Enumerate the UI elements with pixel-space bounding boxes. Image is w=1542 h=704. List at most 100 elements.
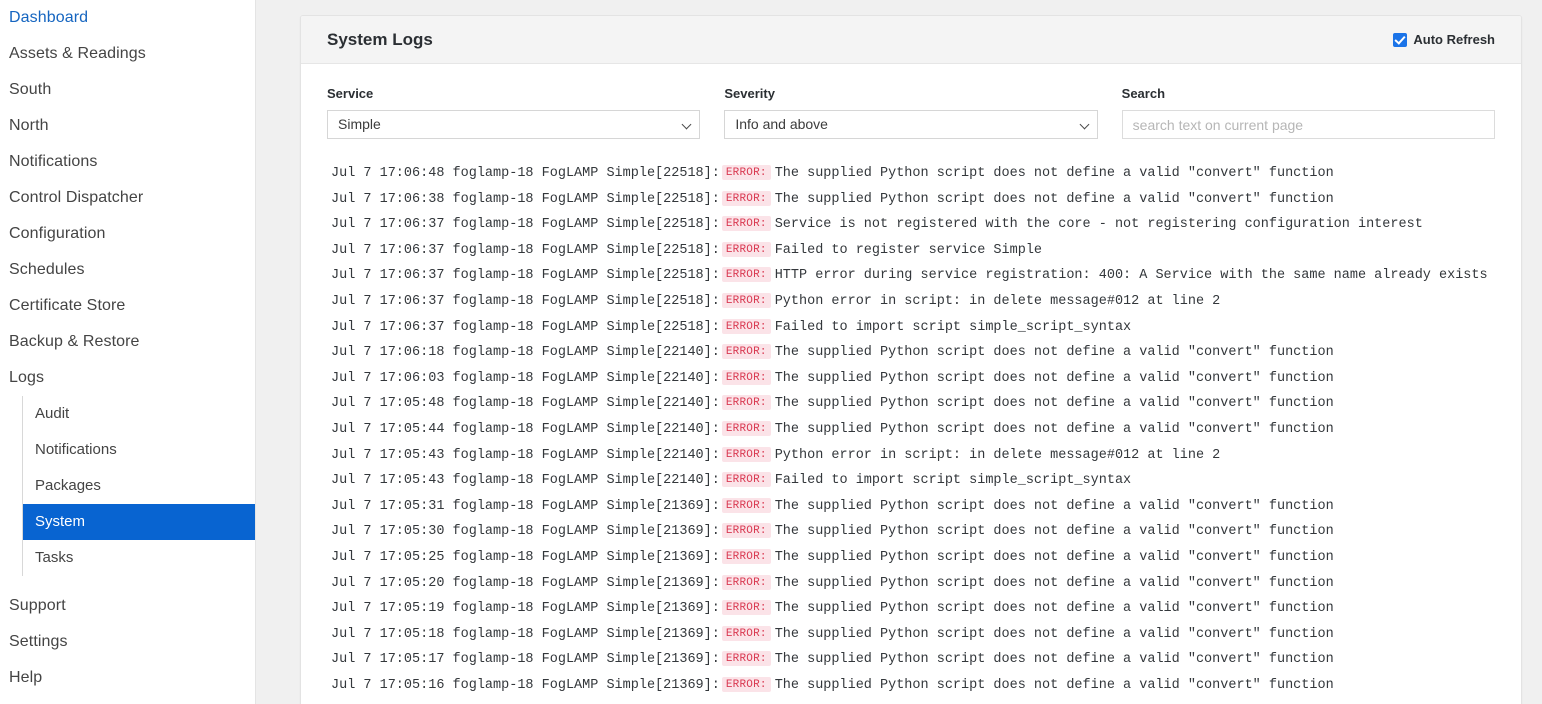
sidebar-item-help[interactable]: Help — [0, 660, 255, 696]
log-message: The supplied Python script does not defi… — [775, 576, 1334, 591]
log-timestamp-source: Jul 7 17:05:20 foglamp-18 FogLAMP Simple… — [331, 576, 720, 591]
system-logs-card: System Logs Auto Refresh Service Simple — [300, 15, 1522, 704]
log-timestamp-source: Jul 7 17:06:38 foglamp-18 FogLAMP Simple… — [331, 192, 720, 207]
log-level-badge: ERROR: — [722, 421, 771, 436]
sidebar-item-support[interactable]: Support — [0, 588, 255, 624]
sidebar-item-certificate-store[interactable]: Certificate Store — [0, 288, 255, 324]
log-level-badge: ERROR: — [722, 677, 771, 692]
auto-refresh-toggle[interactable]: Auto Refresh — [1393, 32, 1495, 47]
log-level-badge: ERROR: — [722, 447, 771, 462]
sidebar-subitem-audit[interactable]: Audit — [23, 396, 255, 432]
log-level-badge: ERROR: — [722, 651, 771, 666]
sidebar-subitem-packages[interactable]: Packages — [23, 468, 255, 504]
log-timestamp-source: Jul 7 17:06:18 foglamp-18 FogLAMP Simple… — [331, 345, 720, 360]
service-filter: Service Simple — [327, 86, 700, 139]
log-level-badge: ERROR: — [722, 165, 771, 180]
auto-refresh-checkbox[interactable] — [1393, 33, 1407, 47]
auto-refresh-label: Auto Refresh — [1413, 32, 1495, 47]
sidebar-item-north[interactable]: North — [0, 108, 255, 144]
log-row: Jul 7 17:05:17 foglamp-18 FogLAMP Simple… — [331, 647, 1495, 673]
log-row: Jul 7 17:06:37 foglamp-18 FogLAMP Simple… — [331, 315, 1495, 341]
log-message: Failed to import script simple_script_sy… — [775, 320, 1131, 335]
log-message: Failed to register service Simple — [775, 243, 1042, 258]
log-level-badge: ERROR: — [722, 498, 771, 513]
sidebar-subitem-system[interactable]: System — [23, 504, 255, 540]
service-select[interactable]: Simple — [327, 110, 700, 139]
sidebar-item-configuration[interactable]: Configuration — [0, 216, 255, 252]
sidebar-subitem-tasks[interactable]: Tasks — [23, 540, 255, 576]
log-row: Jul 7 17:06:37 foglamp-18 FogLAMP Simple… — [331, 289, 1495, 315]
log-message: The supplied Python script does not defi… — [775, 499, 1334, 514]
log-message: Python error in script: in delete messag… — [775, 448, 1221, 463]
log-row: Jul 7 17:05:44 foglamp-18 FogLAMP Simple… — [331, 417, 1495, 443]
sidebar-item-assets-readings[interactable]: Assets & Readings — [0, 36, 255, 72]
log-timestamp-source: Jul 7 17:06:37 foglamp-18 FogLAMP Simple… — [331, 268, 720, 283]
log-level-badge: ERROR: — [722, 293, 771, 308]
log-timestamp-source: Jul 7 17:05:43 foglamp-18 FogLAMP Simple… — [331, 473, 720, 488]
log-timestamp-source: Jul 7 17:05:44 foglamp-18 FogLAMP Simple… — [331, 422, 720, 437]
sidebar-item-logs[interactable]: Logs — [0, 360, 255, 396]
log-row: Jul 7 17:05:31 foglamp-18 FogLAMP Simple… — [331, 494, 1495, 520]
sidebar-divider-gap — [0, 576, 255, 588]
log-timestamp-source: Jul 7 17:05:17 foglamp-18 FogLAMP Simple… — [331, 652, 720, 667]
log-level-badge: ERROR: — [722, 395, 771, 410]
log-timestamp-source: Jul 7 17:05:25 foglamp-18 FogLAMP Simple… — [331, 550, 720, 565]
log-message: The supplied Python script does not defi… — [775, 601, 1334, 616]
service-label: Service — [327, 86, 700, 101]
log-level-badge: ERROR: — [722, 523, 771, 538]
log-level-badge: ERROR: — [722, 216, 771, 231]
sidebar-item-notifications[interactable]: Notifications — [0, 144, 255, 180]
log-message: The supplied Python script does not defi… — [775, 678, 1334, 693]
log-message: The supplied Python script does not defi… — [775, 371, 1334, 386]
log-row: Jul 7 17:05:43 foglamp-18 FogLAMP Simple… — [331, 468, 1495, 494]
log-row: Jul 7 17:05:25 foglamp-18 FogLAMP Simple… — [331, 545, 1495, 571]
search-label: Search — [1122, 86, 1495, 101]
log-timestamp-source: Jul 7 17:05:48 foglamp-18 FogLAMP Simple… — [331, 396, 720, 411]
log-timestamp-source: Jul 7 17:05:18 foglamp-18 FogLAMP Simple… — [331, 627, 720, 642]
log-message: Service is not registered with the core … — [775, 217, 1423, 232]
log-message: Failed to import script simple_script_sy… — [775, 473, 1131, 488]
sidebar-item-settings[interactable]: Settings — [0, 624, 255, 660]
log-timestamp-source: Jul 7 17:05:16 foglamp-18 FogLAMP Simple… — [331, 678, 720, 693]
log-message: The supplied Python script does not defi… — [775, 345, 1334, 360]
severity-label: Severity — [724, 86, 1097, 101]
log-timestamp-source: Jul 7 17:06:37 foglamp-18 FogLAMP Simple… — [331, 294, 720, 309]
log-level-badge: ERROR: — [722, 472, 771, 487]
sidebar-main-nav: DashboardAssets & ReadingsSouthNorthNoti… — [0, 0, 255, 396]
log-level-badge: ERROR: — [722, 370, 771, 385]
log-row: Jul 7 17:06:18 foglamp-18 FogLAMP Simple… — [331, 340, 1495, 366]
log-level-badge: ERROR: — [722, 242, 771, 257]
log-timestamp-source: Jul 7 17:06:37 foglamp-18 FogLAMP Simple… — [331, 320, 720, 335]
log-message: The supplied Python script does not defi… — [775, 550, 1334, 565]
log-level-badge: ERROR: — [722, 549, 771, 564]
log-message: Python error in script: in delete messag… — [775, 294, 1221, 309]
log-message: HTTP error during service registration: … — [775, 268, 1488, 283]
sidebar-footer-nav: SupportSettingsHelp — [0, 588, 255, 696]
severity-select[interactable]: Info and above — [724, 110, 1097, 139]
log-list: Jul 7 17:06:48 foglamp-18 FogLAMP Simple… — [327, 161, 1495, 698]
log-level-badge: ERROR: — [722, 575, 771, 590]
log-message: The supplied Python script does not defi… — [775, 396, 1334, 411]
log-timestamp-source: Jul 7 17:05:30 foglamp-18 FogLAMP Simple… — [331, 524, 720, 539]
sidebar-item-dashboard[interactable]: Dashboard — [0, 0, 255, 36]
log-row: Jul 7 17:06:37 foglamp-18 FogLAMP Simple… — [331, 263, 1495, 289]
log-row: Jul 7 17:06:03 foglamp-18 FogLAMP Simple… — [331, 366, 1495, 392]
main-content: System Logs Auto Refresh Service Simple — [256, 0, 1542, 704]
log-row: Jul 7 17:06:37 foglamp-18 FogLAMP Simple… — [331, 212, 1495, 238]
app-root: DashboardAssets & ReadingsSouthNorthNoti… — [0, 0, 1542, 704]
log-timestamp-source: Jul 7 17:06:37 foglamp-18 FogLAMP Simple… — [331, 217, 720, 232]
log-timestamp-source: Jul 7 17:06:03 foglamp-18 FogLAMP Simple… — [331, 371, 720, 386]
sidebar-item-control-dispatcher[interactable]: Control Dispatcher — [0, 180, 255, 216]
log-level-badge: ERROR: — [722, 319, 771, 334]
sidebar-subitem-notifications[interactable]: Notifications — [23, 432, 255, 468]
search-filter: Search — [1122, 86, 1495, 139]
log-row: Jul 7 17:05:20 foglamp-18 FogLAMP Simple… — [331, 571, 1495, 597]
sidebar-item-schedules[interactable]: Schedules — [0, 252, 255, 288]
sidebar-item-backup-restore[interactable]: Backup & Restore — [0, 324, 255, 360]
log-level-badge: ERROR: — [722, 600, 771, 615]
log-message: The supplied Python script does not defi… — [775, 192, 1334, 207]
search-input[interactable] — [1122, 110, 1495, 139]
log-level-badge: ERROR: — [722, 267, 771, 282]
sidebar-item-south[interactable]: South — [0, 72, 255, 108]
filters-row: Service Simple Severity Info and above — [327, 86, 1495, 139]
